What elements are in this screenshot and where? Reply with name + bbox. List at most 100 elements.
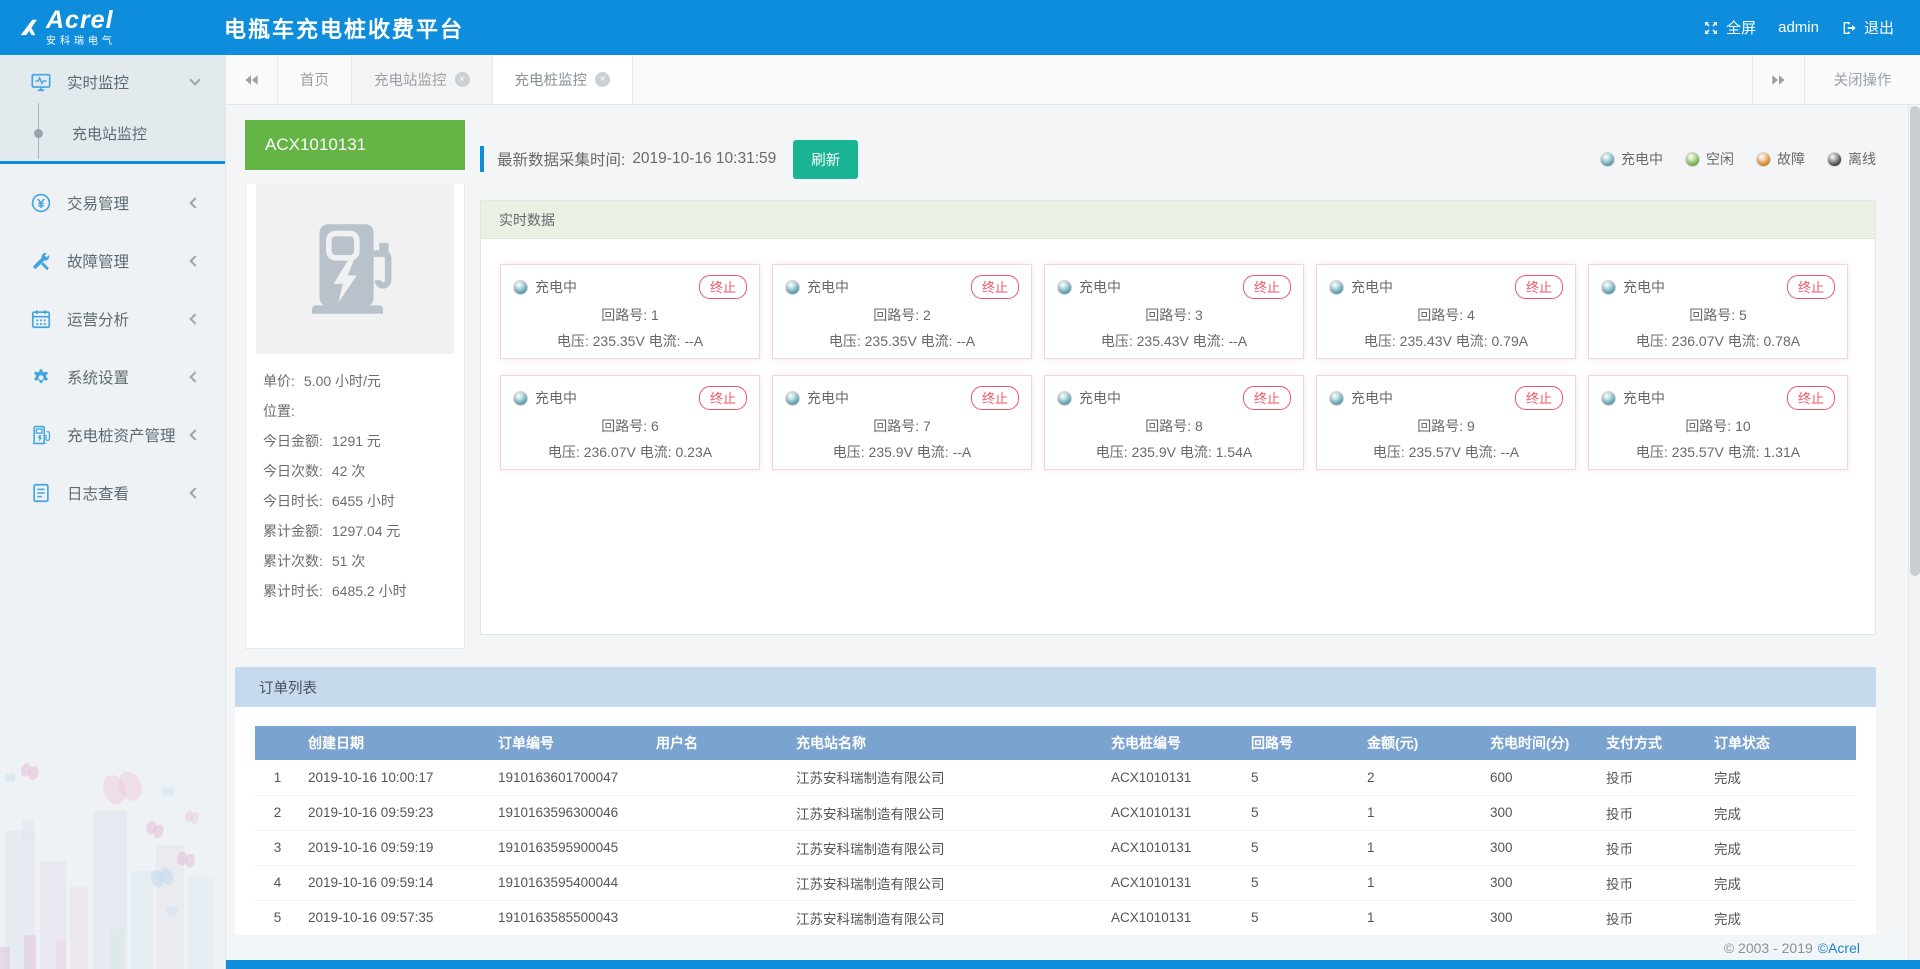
sidebar-subitem-label: 充电站监控 (72, 123, 147, 144)
table-row[interactable]: 42019-10-16 09:59:141910163595400044江苏安科… (255, 865, 1856, 900)
sidebar-item-fault-management[interactable]: 故障管理 (0, 232, 225, 290)
sidebar-item-transaction-management[interactable]: 交易管理 (0, 174, 225, 232)
legend-label: 离线 (1848, 149, 1876, 169)
table-row[interactable]: 32019-10-16 09:59:191910163595900045江苏安科… (255, 830, 1856, 865)
terminate-button[interactable]: 终止 (1787, 275, 1835, 299)
terminate-button[interactable]: 终止 (699, 275, 747, 299)
cell: 1910163601700047 (490, 760, 648, 795)
card-status-row: 充电中终止 (1329, 275, 1563, 299)
brand-subtitle: 安科瑞电气 (46, 32, 116, 47)
status-offline-icon (1827, 152, 1842, 167)
table-row[interactable]: 52019-10-16 09:57:351910163585500043江苏安科… (255, 900, 1856, 935)
voltage-current: 电压: 235.43V 电流: 0.79A (1329, 332, 1563, 351)
circuit-number: 回路号: 8 (1057, 417, 1291, 436)
stat-value: 42 次 (332, 463, 365, 479)
fullscreen-button[interactable]: 全屏 (1703, 17, 1756, 38)
cell: ACX1010131 (1103, 795, 1243, 830)
gear-icon (30, 366, 52, 388)
sidebar-item-charging-pile-assets[interactable]: 充电桩资产管理 (0, 406, 225, 464)
scrollbar-thumb[interactable] (1910, 106, 1920, 576)
cell: 投币 (1598, 760, 1706, 795)
menu-group: 交易管理 (0, 174, 225, 232)
tab-home[interactable]: 首页 (278, 55, 352, 104)
monitor-icon (30, 71, 52, 93)
table-row[interactable]: 12019-10-16 10:00:171910163601700047江苏安科… (255, 760, 1856, 795)
terminate-button[interactable]: 终止 (1787, 386, 1835, 410)
sidebar-item-log-view[interactable]: 日志查看 (0, 464, 225, 522)
card-status-row: 充电中 终止 (513, 386, 747, 410)
card-status-label: 充电中 (807, 277, 849, 297)
close-icon[interactable]: × (595, 72, 610, 87)
terminate-button[interactable]: 终止 (699, 386, 747, 410)
close-icon[interactable]: × (455, 72, 470, 87)
brand-logo: Acrel 安科瑞电气 (18, 9, 218, 47)
cell (648, 795, 788, 830)
cell: 2 (1359, 760, 1482, 795)
cell: 江苏安科瑞制造有限公司 (788, 830, 1103, 865)
cell: 1910163596300046 (490, 795, 648, 830)
tree-dot-icon (34, 129, 43, 138)
sidebar-item-charging-station-monitoring[interactable]: 充电站监控 (0, 109, 225, 157)
circuit-card: 充电中终止回路号: 4电压: 235.43V 电流: 0.79A (1316, 264, 1576, 359)
tabs-scroll-left-button[interactable] (226, 55, 278, 104)
column-header: 用户名 (648, 726, 788, 760)
sidebar-item-realtime-monitoring[interactable]: 实时监控 (0, 55, 225, 109)
cell: 1 (1359, 795, 1482, 830)
terminate-button[interactable]: 终止 (1515, 275, 1563, 299)
order-table: 创建日期订单编号用户名充电站名称充电桩编号回路号金额(元)充电时间(分)支付方式… (255, 726, 1856, 935)
device-stat: 今日金额:1291 元 (263, 426, 447, 456)
sidebar-item-system-settings[interactable]: 系统设置 (0, 348, 225, 406)
refresh-button[interactable]: 刷新 (793, 140, 858, 179)
tab-charging-pile-monitoring[interactable]: 充电桩监控 × (493, 55, 634, 104)
cell (648, 865, 788, 900)
cell: 投币 (1598, 795, 1706, 830)
circuit-number: 回路号: 7 (785, 417, 1019, 436)
order-list-panel: 订单列表 创建日期订单编号用户名充电站名称充电桩编号回路号金额(元)充电时间(分… (235, 667, 1876, 938)
username[interactable]: admin (1778, 19, 1819, 36)
acrel-link[interactable]: ©Acrel (1818, 940, 1860, 956)
circuit-card: 充电中终止回路号: 7电压: 235.9V 电流: --A (772, 375, 1032, 470)
column-header: 订单编号 (490, 726, 648, 760)
tab-label: 充电桩监控 (515, 69, 588, 90)
cell: 300 (1482, 795, 1598, 830)
column-header: 充电桩编号 (1103, 726, 1243, 760)
tabs-scroll-right-button[interactable] (1752, 55, 1804, 104)
stat-label: 今日次数: (263, 463, 323, 479)
logout-button[interactable]: 退出 (1841, 17, 1894, 38)
accent-bar (480, 146, 484, 172)
terminate-button[interactable]: 终止 (1515, 386, 1563, 410)
cell: 完成 (1706, 830, 1856, 865)
terminate-button[interactable]: 终止 (971, 275, 1019, 299)
voltage-current: 电压: 235.57V 电流: --A (1329, 443, 1563, 462)
cell: 完成 (1706, 865, 1856, 900)
device-panel: ACX1010131 单价:5.00 小时/元位置:今日金额:1291 元今日次… (245, 120, 465, 649)
cell: 投币 (1598, 900, 1706, 935)
column-header: 创建日期 (300, 726, 490, 760)
status-legend: 充电中空闲故障离线 (1600, 149, 1876, 169)
terminate-button[interactable]: 终止 (971, 386, 1019, 410)
cell: 完成 (1706, 795, 1856, 830)
stat-value: 1291 元 (332, 433, 381, 449)
cell: 4 (255, 865, 300, 900)
terminate-button[interactable]: 终止 (1243, 386, 1291, 410)
circuit-card: 充电中终止回路号: 8电压: 235.9V 电流: 1.54A (1044, 375, 1304, 470)
cell: ACX1010131 (1103, 830, 1243, 865)
card-status-label: 充电中 (535, 388, 577, 408)
stat-label: 累计金额: (263, 523, 323, 539)
cell: 300 (1482, 830, 1598, 865)
stat-label: 位置: (263, 403, 295, 419)
tab-charging-station-monitoring[interactable]: 充电站监控× (352, 55, 493, 104)
brand-name: Acrel (46, 9, 116, 31)
status-charging-icon (513, 280, 528, 295)
cell: 1 (1359, 830, 1482, 865)
card-status-label: 充电中 (1623, 388, 1665, 408)
sidebar-item-operation-analysis[interactable]: 运营分析 (0, 290, 225, 348)
terminate-button[interactable]: 终止 (1243, 275, 1291, 299)
page-scrollbar[interactable] (1908, 106, 1920, 960)
copyright-text: © 2003 - 2019 (1724, 940, 1813, 956)
table-row[interactable]: 22019-10-16 09:59:231910163596300046江苏安科… (255, 795, 1856, 830)
cell: 3 (255, 830, 300, 865)
close-operations-dropdown[interactable]: 关闭操作 (1804, 55, 1920, 104)
card-status-row: 充电中终止 (785, 386, 1019, 410)
double-chevron-left-icon (243, 74, 260, 86)
